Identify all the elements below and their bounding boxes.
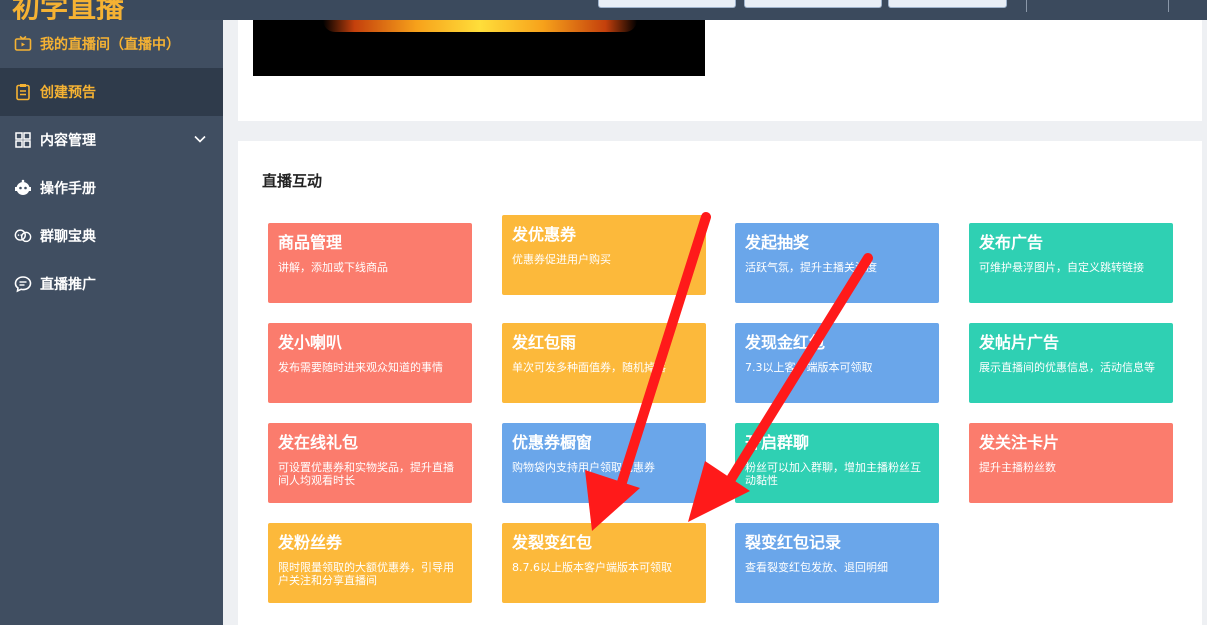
- tv-icon: [14, 35, 32, 53]
- tile-description: 优惠券促进用户购买: [512, 253, 611, 266]
- speech-icon: [14, 275, 32, 293]
- tile-description: 粉丝可以加入群聊，增加主播粉丝互动黏性: [745, 461, 921, 487]
- clipboard-icon: [14, 83, 32, 101]
- tile-open-group-chat[interactable]: 开启群聊 粉丝可以加入群聊，增加主播粉丝互动黏性: [735, 423, 939, 503]
- sidebar-item-label: 内容管理: [40, 133, 96, 149]
- tile-description: 活跃气氛，提升主播关注度: [745, 261, 877, 274]
- tile-title: 裂变红包记录: [745, 533, 842, 552]
- tile-fission-red-packet-records[interactable]: 裂变红包记录 查看裂变红包发放、退回明细: [735, 523, 939, 603]
- live-interaction-panel: 直播互动 商品管理 讲解，添加或下线商品 发优惠券 优惠券促进用户购买 发起抽奖…: [238, 141, 1202, 625]
- top-divider: [1168, 0, 1169, 12]
- tile-title: 发帖片广告: [979, 333, 1060, 352]
- video-thumbnail-graphic: [323, 20, 637, 32]
- chevron-down-icon[interactable]: [193, 132, 207, 150]
- sidebar-item-content-management[interactable]: 内容管理: [0, 116, 223, 164]
- tile-coupon-window[interactable]: 优惠券橱窗 购物袋内支持用户领取优惠券: [502, 423, 706, 503]
- chat-bubbles-icon: [14, 227, 32, 245]
- tile-sticker-ad[interactable]: 发帖片广告 展示直播间的优惠信息，活动信息等: [969, 323, 1173, 403]
- top-button-1[interactable]: [598, 0, 736, 8]
- sidebar-item-label: 直播推广: [40, 277, 96, 293]
- tile-title: 发裂变红包: [512, 533, 593, 552]
- tile-description: 购物袋内支持用户领取优惠券: [512, 461, 655, 474]
- sidebar-item-manual[interactable]: 操作手册: [0, 164, 223, 212]
- sidebar-item-live-promotion[interactable]: 直播推广: [0, 260, 223, 308]
- sidebar: 我的直播间（直播中） 创建预告 内容管理 操作手册 群聊宝典 直播推广: [0, 20, 223, 625]
- tile-description: 提升主播粉丝数: [979, 461, 1056, 474]
- tile-description: 可维护悬浮图片，自定义跳转链接: [979, 261, 1144, 274]
- tile-fan-coupon[interactable]: 发粉丝券 限时限量领取的大额优惠券，引导用户关注和分享直播间: [268, 523, 472, 603]
- tile-fission-red-packet[interactable]: 发裂变红包 8.7.6以上版本客户端版本可领取: [502, 523, 706, 603]
- tile-description: 展示直播间的优惠信息，活动信息等: [979, 361, 1155, 374]
- live-preview-card: [238, 20, 1202, 121]
- sidebar-item-label: 操作手册: [40, 181, 96, 197]
- tile-description: 单次可发多种面值券，随机掉落: [512, 361, 666, 374]
- tile-description: 查看裂变红包发放、退回明细: [745, 561, 888, 574]
- section-title: 直播互动: [262, 172, 323, 190]
- tile-start-lottery[interactable]: 发起抽奖 活跃气氛，提升主播关注度: [735, 223, 939, 303]
- tile-title: 发现金红包: [745, 333, 826, 352]
- grid-icon: [14, 131, 32, 149]
- tile-online-gift-pack[interactable]: 发在线礼包 可设置优惠券和实物奖品，提升直播间人均观看时长: [268, 423, 472, 503]
- tile-send-coupon[interactable]: 发优惠券 优惠券促进用户购买: [502, 215, 706, 295]
- tile-title: 发优惠券: [512, 225, 577, 244]
- tile-description: 8.7.6以上版本客户端版本可领取: [512, 561, 672, 574]
- tile-description: 发布需要随时进来观众知道的事情: [278, 361, 443, 374]
- sidebar-item-label: 创建预告: [40, 85, 96, 101]
- tile-title: 商品管理: [278, 233, 343, 252]
- tile-title: 发红包雨: [512, 333, 577, 352]
- tile-red-packet-rain[interactable]: 发红包雨 单次可发多种面值券，随机掉落: [502, 323, 706, 403]
- top-bar: 初学直播: [0, 0, 1207, 24]
- tile-product-management[interactable]: 商品管理 讲解，添加或下线商品: [268, 223, 472, 303]
- tile-title: 开启群聊: [745, 433, 810, 452]
- tile-description: 可设置优惠券和实物奖品，提升直播间人均观看时长: [278, 461, 454, 487]
- tile-title: 优惠券橱窗: [512, 433, 593, 452]
- top-button-3[interactable]: [888, 0, 1007, 8]
- top-button-2[interactable]: [744, 0, 882, 8]
- live-video-preview[interactable]: [253, 20, 705, 76]
- sidebar-item-group-chat-guide[interactable]: 群聊宝典: [0, 212, 223, 260]
- top-divider: [1026, 0, 1027, 12]
- tile-title: 发布广告: [979, 233, 1044, 252]
- tile-title: 发在线礼包: [278, 433, 359, 452]
- tile-cash-red-packet[interactable]: 发现金红包 7.3以上客户端版本可领取: [735, 323, 939, 403]
- tile-title: 发关注卡片: [979, 433, 1060, 452]
- tile-follow-card[interactable]: 发关注卡片 提升主播粉丝数: [969, 423, 1173, 503]
- sidebar-item-label: 群聊宝典: [40, 229, 96, 245]
- sidebar-item-my-live-room[interactable]: 我的直播间（直播中）: [0, 20, 223, 68]
- tile-publish-ad[interactable]: 发布广告 可维护悬浮图片，自定义跳转链接: [969, 223, 1173, 303]
- tile-title: 发小喇叭: [278, 333, 343, 352]
- robot-icon: [14, 179, 32, 197]
- tile-title: 发起抽奖: [745, 233, 810, 252]
- tile-description: 限时限量领取的大额优惠券，引导用户关注和分享直播间: [278, 561, 454, 587]
- sidebar-item-label: 我的直播间（直播中）: [40, 37, 180, 53]
- tile-send-announcement[interactable]: 发小喇叭 发布需要随时进来观众知道的事情: [268, 323, 472, 403]
- sidebar-item-create-preview[interactable]: 创建预告: [0, 68, 223, 116]
- tile-description: 7.3以上客户端版本可领取: [745, 361, 873, 374]
- tile-title: 发粉丝券: [278, 533, 343, 552]
- tile-description: 讲解，添加或下线商品: [278, 261, 388, 274]
